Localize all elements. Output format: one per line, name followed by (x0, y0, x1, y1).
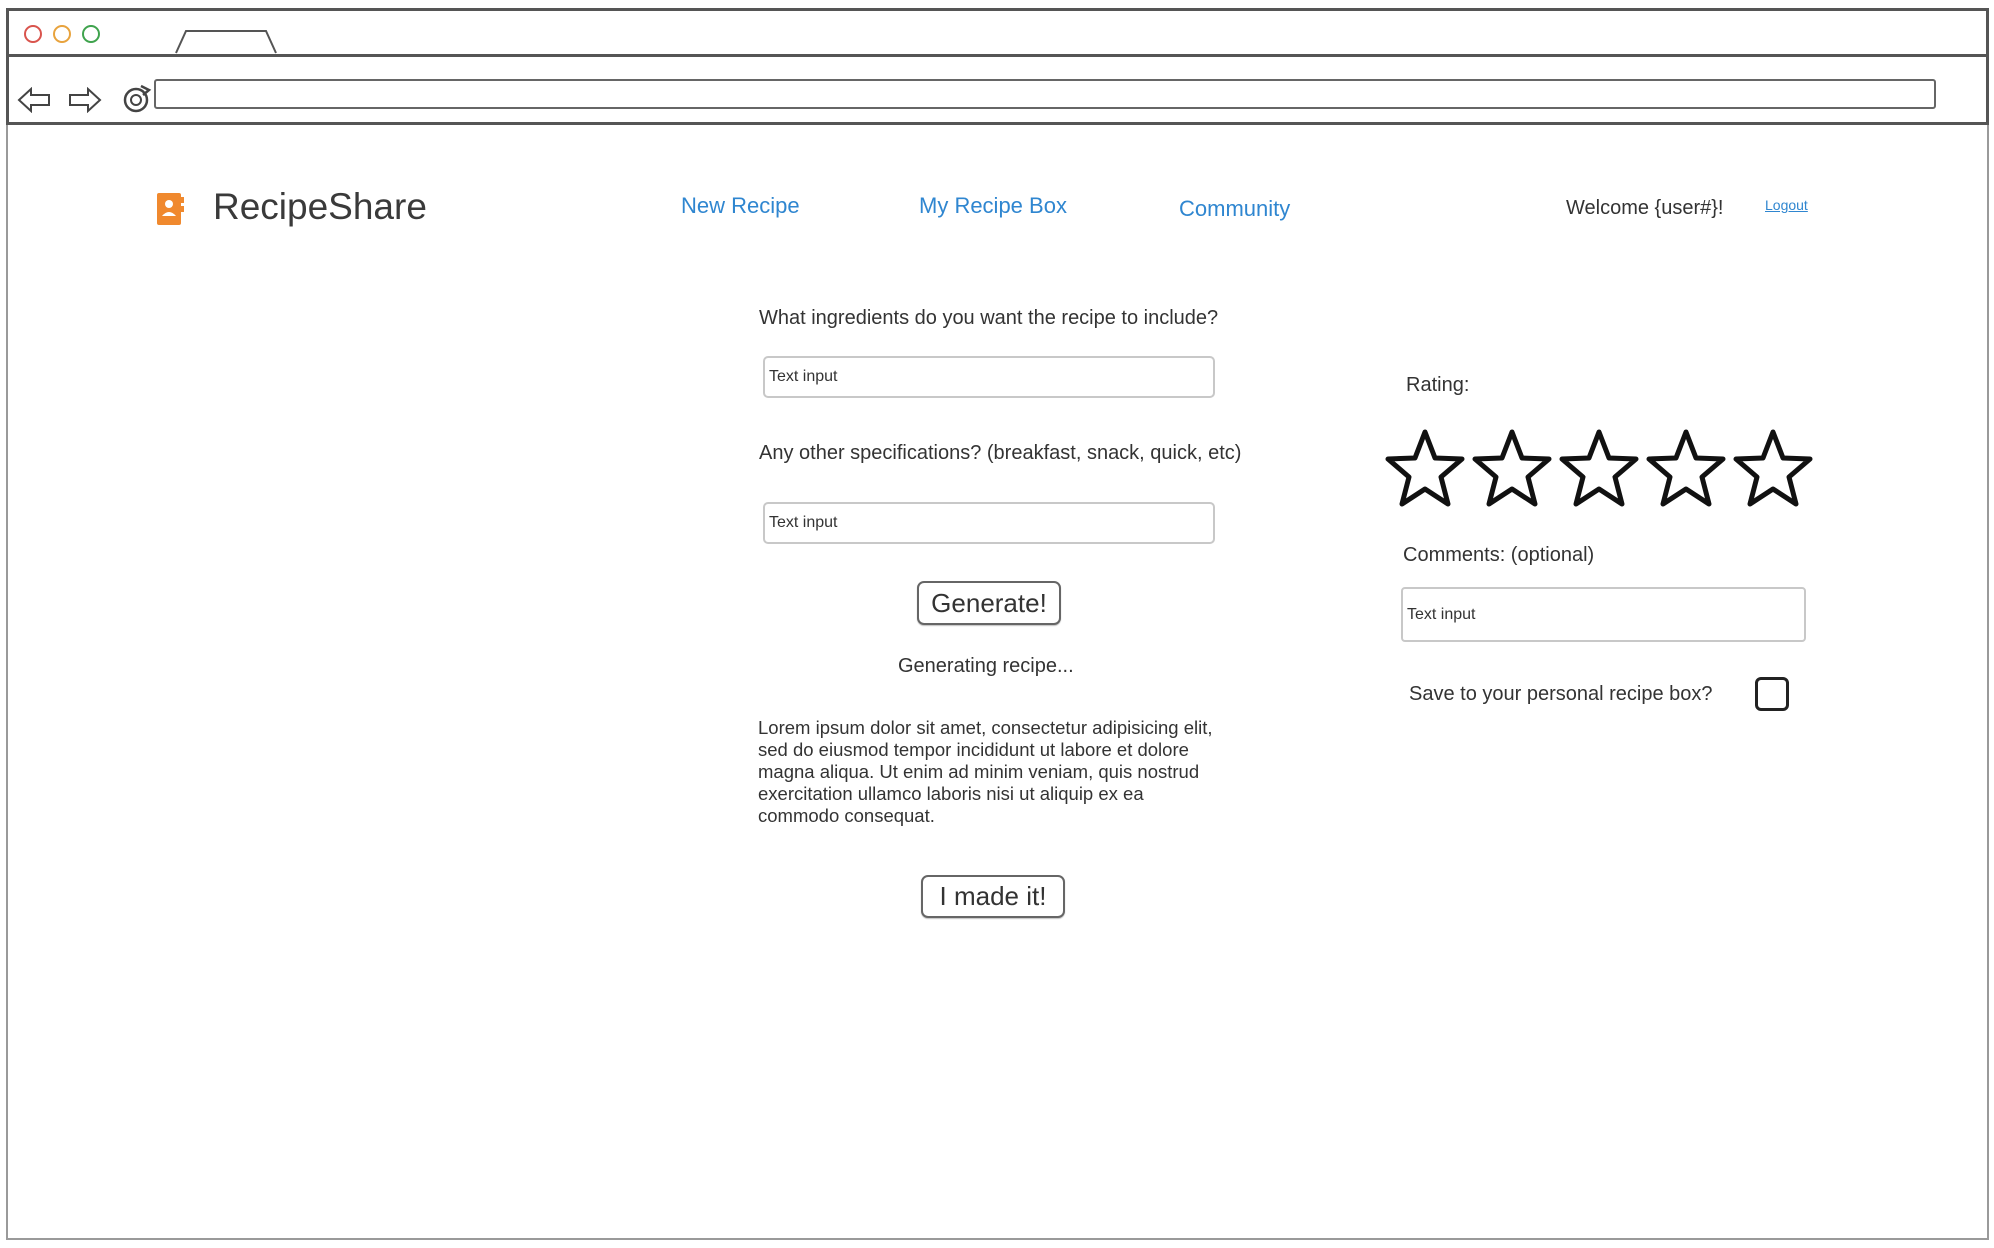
ingredients-input[interactable] (763, 356, 1215, 398)
rating-label: Rating: (1406, 374, 1470, 396)
window-close-dot[interactable] (24, 25, 42, 43)
reload-icon[interactable] (121, 83, 153, 115)
nav-my-recipe-box[interactable]: My Recipe Box (919, 193, 1067, 219)
specifications-label: Any other specifications? (breakfast, sn… (759, 442, 1242, 464)
ingredients-label: What ingredients do you want the recipe … (759, 307, 1219, 329)
address-bar[interactable] (154, 79, 1936, 109)
recipe-text: Lorem ipsum dolor sit amet, consectetur … (758, 717, 1213, 826)
brand-name: RecipeShare (213, 186, 427, 227)
star-5-icon[interactable] (1732, 427, 1814, 509)
star-3-icon[interactable] (1558, 427, 1640, 509)
browser-chrome (6, 8, 1989, 125)
nav-new-recipe[interactable]: New Recipe (681, 193, 800, 219)
generating-status: Generating recipe... (898, 655, 1074, 677)
star-1-icon[interactable] (1384, 427, 1466, 509)
nav-community[interactable]: Community (1179, 196, 1290, 222)
i-made-it-button[interactable]: I made it! (921, 875, 1065, 918)
comments-input[interactable] (1401, 587, 1806, 642)
comments-label: Comments: (optional) (1403, 544, 1595, 566)
tab-bar-divider (9, 54, 1986, 57)
specifications-input[interactable] (763, 502, 1215, 544)
browser-tab[interactable] (174, 29, 278, 54)
welcome-message: Welcome {user#}! (1566, 197, 1724, 219)
star-rating (1384, 427, 1814, 509)
recipe-book-icon (157, 193, 184, 225)
generate-button[interactable]: Generate! (917, 581, 1061, 625)
back-arrow-icon[interactable] (17, 86, 51, 113)
forward-arrow-icon[interactable] (68, 86, 102, 113)
star-2-icon[interactable] (1471, 427, 1553, 509)
logout-link[interactable]: Logout (1765, 197, 1808, 213)
star-4-icon[interactable] (1645, 427, 1727, 509)
save-to-recipe-box-checkbox[interactable] (1755, 677, 1789, 711)
save-to-recipe-box-label: Save to your personal recipe box? (1409, 683, 1713, 705)
window-maximize-dot[interactable] (82, 25, 100, 43)
window-minimize-dot[interactable] (53, 25, 71, 43)
history-arrows (17, 81, 102, 113)
